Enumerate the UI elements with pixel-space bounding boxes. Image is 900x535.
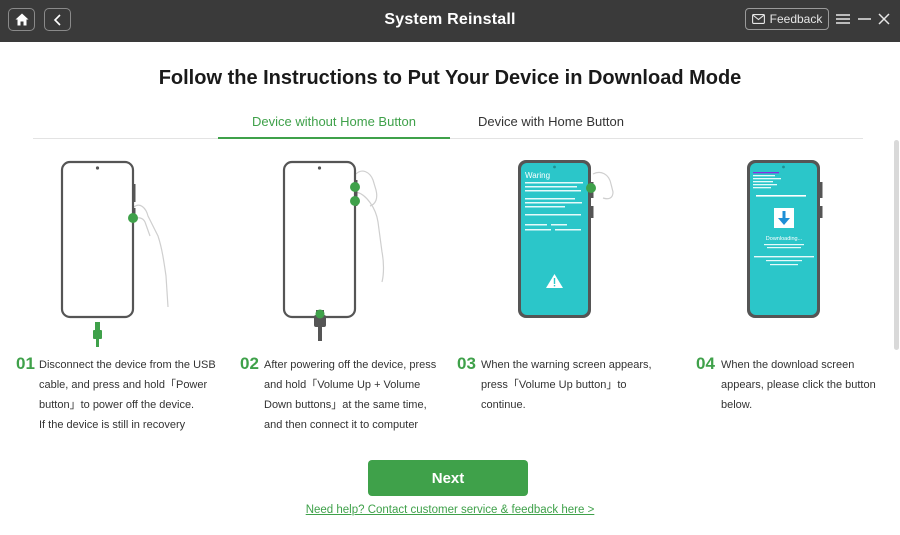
- page-heading: Follow the Instructions to Put Your Devi…: [158, 67, 742, 89]
- step-3-text: When the warning screen appears, press「V…: [481, 359, 652, 411]
- feedback-button[interactable]: Feedback: [745, 8, 829, 30]
- step-2-text: After powering off the device, press and…: [264, 359, 437, 431]
- minimize-icon: [857, 18, 871, 20]
- step-4-text: When the download screen appears, please…: [721, 359, 876, 411]
- tab-device-without-home-button[interactable]: Device without Home Button: [218, 114, 450, 129]
- step-3-illustration: Waring: [518, 160, 614, 318]
- warning-screen-title: Waring: [525, 171, 550, 180]
- tab-device-with-home-button[interactable]: Device with Home Button: [450, 114, 652, 129]
- mail-icon: [751, 14, 765, 24]
- step-4-number: 04: [696, 354, 715, 373]
- close-button[interactable]: [875, 9, 893, 29]
- help-link[interactable]: Need help? Contact customer service & fe…: [0, 504, 900, 516]
- title-bar: System Reinstall Feedback: [0, 0, 900, 42]
- next-button[interactable]: Next: [368, 460, 528, 496]
- step-1-number: 01: [16, 354, 35, 373]
- minimize-button[interactable]: [855, 9, 873, 29]
- close-icon: [878, 13, 890, 25]
- step-4-illustration: Downloading...: [747, 160, 823, 318]
- downloading-label: Downloading...: [766, 236, 803, 242]
- menu-button[interactable]: [834, 9, 852, 29]
- step-1-illustration: [60, 160, 169, 347]
- scrollbar[interactable]: [894, 140, 899, 350]
- step-3-number: 03: [457, 354, 476, 373]
- hamburger-menu-icon: [836, 14, 850, 24]
- active-tab-indicator: [218, 137, 450, 139]
- step-1-text: Disconnect the device from the USB cable…: [39, 359, 216, 431]
- feedback-label: Feedback: [769, 12, 823, 26]
- step-2-number: 02: [240, 354, 259, 373]
- step-2-illustration: [282, 160, 385, 341]
